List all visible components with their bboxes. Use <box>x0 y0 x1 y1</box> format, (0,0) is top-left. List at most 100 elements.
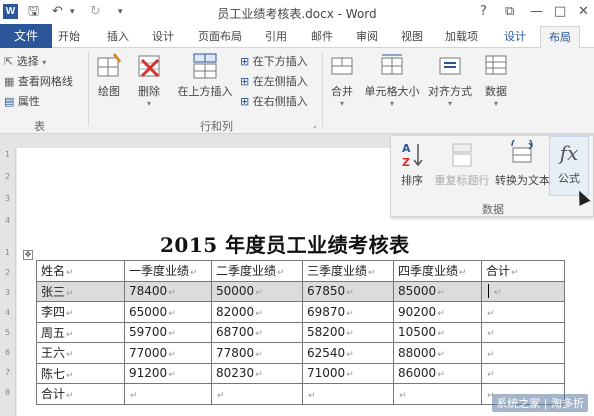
insert-right-label: 在右侧插入 <box>252 95 308 108</box>
view-gridlines-button[interactable]: ▦ 查看网格线 <box>4 73 73 89</box>
header-cell[interactable]: 四季度业绩↵ <box>393 260 482 282</box>
insert-below-button[interactable]: ⊞ 在下方插入 <box>240 53 308 69</box>
help-icon[interactable]: ? <box>480 3 487 21</box>
table-cell[interactable]: 77800↵ <box>211 342 303 364</box>
repeat-header-label: 重复标题行 <box>434 174 490 187</box>
table-row: 陈七↵ 91200↵ 80230↵ 71000↵ 86000↵ ↵ <box>36 362 565 384</box>
tab-view[interactable]: 视图 <box>401 28 423 44</box>
table-cell[interactable]: ↵ <box>302 383 394 405</box>
repeat-header-rows-button[interactable]: 重复标题行 <box>431 140 493 188</box>
draw-button[interactable]: 绘图 <box>92 52 126 99</box>
table-cell[interactable]: 91200↵ <box>124 362 212 384</box>
table-cell[interactable]: 86000↵ <box>393 362 482 384</box>
alignment-button[interactable]: 对齐方式 ▾ <box>426 52 474 108</box>
table-cell[interactable]: 李四↵ <box>36 301 125 323</box>
table-row: 合计↵ ↵ ↵ ↵ ↵ ↵ <box>36 383 565 405</box>
table-cell[interactable]: ↵ <box>481 342 565 364</box>
properties-icon: ▤ <box>4 95 15 108</box>
table-cell[interactable]: 85000↵ <box>393 280 482 302</box>
merge-label: 合并 <box>331 85 353 98</box>
convert-to-text-button[interactable]: 转换为文本 <box>495 140 550 188</box>
performance-table[interactable]: 姓名↵ 一季度业绩↵ 二季度业绩↵ 三季度业绩↵ 四季度业绩↵ 合计↵ 张三↵ … <box>36 260 565 405</box>
table-cell[interactable]: 周五↵ <box>36 321 125 343</box>
cell-size-button[interactable]: 单元格大小 ▾ <box>362 52 422 108</box>
table-cell[interactable]: 王六↵ <box>36 342 125 364</box>
merge-button[interactable]: 合并 ▾ <box>326 52 358 108</box>
sort-button[interactable]: A Z 排序 <box>397 140 427 188</box>
tab-table-layout[interactable]: 布局 <box>540 26 580 48</box>
merge-cells-icon <box>331 57 353 75</box>
table-cell-active[interactable]: ↵ <box>481 280 565 302</box>
minimize-icon[interactable]: — <box>530 3 543 21</box>
table-row: 张三↵ 78400↵ 50000↵ 67850↵ 85000↵ ↵ <box>36 280 565 302</box>
tab-add-ins[interactable]: 加载项 <box>445 28 478 44</box>
table-cell[interactable]: 82000↵ <box>211 301 303 323</box>
header-cell[interactable]: 姓名↵ <box>36 260 125 282</box>
table-cell[interactable]: 77000↵ <box>124 342 212 364</box>
table-cell[interactable]: 合计↵ <box>36 383 125 405</box>
tab-design[interactable]: 设计 <box>152 28 174 44</box>
data-label: 数据 <box>485 85 507 98</box>
dialog-launcher-icon[interactable]: ⌟ <box>313 120 317 129</box>
table-cell[interactable]: ↵ <box>481 321 565 343</box>
tab-review[interactable]: 审阅 <box>356 28 378 44</box>
table-cell[interactable]: 65000↵ <box>124 301 212 323</box>
ribbon-display-icon[interactable]: ⧉ <box>505 3 514 21</box>
table-cell[interactable]: 68700↵ <box>211 321 303 343</box>
insert-above-button[interactable]: 在上方插入 <box>174 52 236 99</box>
header-cell[interactable]: 二季度业绩↵ <box>211 260 303 282</box>
svg-text:Z: Z <box>402 156 410 169</box>
table-cell[interactable]: 80230↵ <box>211 362 303 384</box>
table-cell[interactable]: 59700↵ <box>124 321 212 343</box>
convert-to-text-label: 转换为文本 <box>495 174 550 187</box>
close-icon[interactable]: ✕ <box>578 3 589 21</box>
formula-button[interactable]: fx 公式 <box>549 136 589 196</box>
tab-home[interactable]: 开始 <box>58 28 80 44</box>
tab-page-layout[interactable]: 页面布局 <box>198 28 242 44</box>
table-cell[interactable]: 58200↵ <box>302 321 394 343</box>
table-cell[interactable]: 88000↵ <box>393 342 482 364</box>
table-cell[interactable]: 69870↵ <box>302 301 394 323</box>
insert-left-button[interactable]: ⊞ 在左侧插入 <box>240 73 308 89</box>
insert-right-button[interactable]: ⊞ 在右侧插入 <box>240 93 308 109</box>
formula-label: 公式 <box>558 172 580 185</box>
select-button[interactable]: ⇱ 选择 ▾ <box>4 53 46 69</box>
properties-button[interactable]: ▤ 属性 <box>4 93 40 109</box>
table-cell[interactable]: 90200↵ <box>393 301 482 323</box>
table-move-handle-icon[interactable]: ✥ <box>23 250 33 260</box>
group-separator <box>88 52 89 126</box>
header-cell[interactable]: 三季度业绩↵ <box>302 260 394 282</box>
table-cell[interactable]: 71000↵ <box>302 362 394 384</box>
sort-label: 排序 <box>401 174 423 187</box>
table-cell[interactable]: 62540↵ <box>302 342 394 364</box>
tab-mailings[interactable]: 邮件 <box>311 28 333 44</box>
table-cell[interactable]: ↵ <box>393 383 482 405</box>
table-cell[interactable]: ↵ <box>481 301 565 323</box>
table-cell[interactable]: ↵ <box>211 383 303 405</box>
header-cell[interactable]: 一季度业绩↵ <box>124 260 212 282</box>
sort-az-icon: A Z <box>402 142 423 169</box>
table-cell[interactable]: 67850↵ <box>302 280 394 302</box>
tab-table-design[interactable]: 设计 <box>504 28 526 44</box>
delete-button[interactable]: 删除 ▾ <box>132 52 166 108</box>
cell-size-label: 单元格大小 <box>364 85 420 98</box>
table-cell[interactable]: 张三↵ <box>36 280 125 302</box>
header-cell[interactable]: 合计↵ <box>481 260 565 282</box>
vertical-ruler: 1 2 3 4 1 2 3 4 5 6 7 8 <box>0 148 16 416</box>
tab-insert[interactable]: 插入 <box>107 28 129 44</box>
ribbon-tabs: 文件 开始 插入 设计 页面布局 引用 邮件 审阅 视图 加载项 设计 布局 <box>0 24 594 48</box>
table-cell[interactable]: ↵ <box>481 362 565 384</box>
table-cell[interactable]: 50000↵ <box>211 280 303 302</box>
formula-fx-icon: fx <box>559 141 579 165</box>
table-cell[interactable]: ↵ <box>124 383 212 405</box>
maximize-icon[interactable]: □ <box>554 3 566 21</box>
data-button[interactable]: 数据 ▾ <box>478 52 514 108</box>
properties-label: 属性 <box>17 95 40 108</box>
insert-left-icon: ⊞ <box>240 75 250 88</box>
table-cell[interactable]: 78400↵ <box>124 280 212 302</box>
table-cell[interactable]: 10500↵ <box>393 321 482 343</box>
tab-file[interactable]: 文件 <box>0 24 52 48</box>
delete-label: 删除 <box>138 85 160 98</box>
tab-references[interactable]: 引用 <box>265 28 287 44</box>
table-cell[interactable]: 陈七↵ <box>36 362 125 384</box>
